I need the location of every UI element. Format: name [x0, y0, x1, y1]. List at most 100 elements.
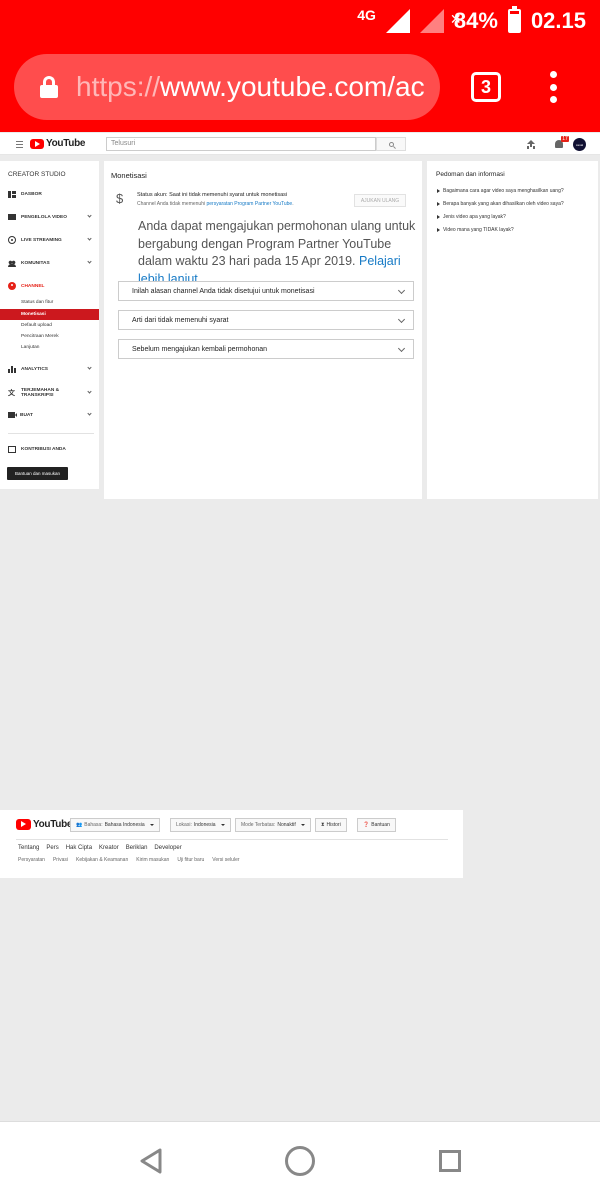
footer-link-privacy[interactable]: Privasi	[53, 857, 68, 863]
lock-icon	[40, 76, 58, 98]
overflow-menu-icon[interactable]	[546, 71, 560, 103]
help-feedback-button[interactable]: Bantuan dan masukan	[7, 467, 68, 480]
recents-icon[interactable]	[439, 1150, 461, 1172]
partner-requirements-link[interactable]: persyaratan Program Partner YouTube	[207, 201, 293, 207]
browser-chrome: 4G ✕ 84% 02.15 https://www.youtube.com/a…	[0, 0, 600, 132]
no-signal-icon: ✕	[419, 9, 462, 33]
caret-down-icon	[220, 824, 225, 826]
chevron-down-icon	[87, 365, 92, 370]
history-button[interactable]: ⧗ Histori	[315, 818, 347, 832]
accordion-before-reapply[interactable]: Sebelum mengajukan kembali permohonan	[118, 339, 414, 359]
sidebar-item-video-manager[interactable]: PENGELOLA VIDEO	[0, 210, 99, 224]
youtube-logo[interactable]: YouTube	[30, 138, 86, 149]
contributions-icon	[8, 445, 16, 453]
footer-link-press[interactable]: Pers	[46, 845, 58, 851]
guideline-link[interactable]: Jenis video apa yang layak?	[437, 214, 597, 220]
reapply-message: Anda dapat mengajukan permohonan ulang u…	[138, 219, 416, 286]
account-status: Status akun: Saat ini tidak memenuhi sya…	[137, 192, 288, 198]
clock: 02.15	[530, 8, 586, 33]
upload-icon[interactable]	[527, 140, 535, 149]
sidebar-item-analytics[interactable]: ANALYTICS	[0, 362, 99, 376]
guidelines-title: Pedoman dan informasi	[436, 171, 505, 178]
community-icon	[8, 259, 16, 267]
dollar-icon: $	[116, 191, 124, 206]
sidebar-subitem-monetization[interactable]: Monetisasi	[0, 309, 99, 320]
location-picker[interactable]: Lokasi: Indonesia	[170, 818, 231, 832]
help-icon: ❓	[363, 822, 370, 828]
footer-link-test-features[interactable]: Uji fitur baru	[177, 857, 204, 863]
home-icon[interactable]	[285, 1146, 315, 1176]
sidebar-item-community[interactable]: KOMUNITAS	[0, 256, 99, 270]
triangle-right-icon	[437, 228, 440, 232]
caret-down-icon	[149, 824, 154, 826]
accordion-rejection-reasons[interactable]: Inilah alasan channel Anda tidak disetuj…	[118, 281, 414, 301]
guideline-link[interactable]: Bagaimana cara agar video saya menghasil…	[437, 188, 597, 194]
guideline-link[interactable]: Berapa banyak yang akan dihasilkan oleh …	[437, 201, 597, 207]
footer-links-secondary: Persyaratan Privasi Kebijakan & Keamanan…	[18, 857, 240, 863]
analytics-icon	[8, 365, 16, 373]
search-input[interactable]: Telusuri	[106, 137, 376, 151]
restricted-mode-picker[interactable]: Mode Terbatas: Nonaktif	[235, 818, 311, 832]
back-icon[interactable]	[139, 1148, 163, 1174]
video-manager-icon	[8, 214, 16, 220]
footer-link-policy[interactable]: Kebijakan & Keamanan	[76, 857, 128, 863]
footer-link-advertise[interactable]: Beriklan	[126, 845, 148, 851]
footer-link-terms[interactable]: Persyaratan	[18, 857, 45, 863]
chevron-down-icon	[87, 259, 92, 264]
triangle-right-icon	[437, 202, 440, 206]
guideline-link[interactable]: Video mana yang TIDAK layak?	[437, 227, 597, 233]
menu-icon[interactable]	[16, 141, 23, 150]
chevron-down-icon	[87, 213, 92, 218]
reapply-button[interactable]: AJUKAN ULANG	[354, 194, 406, 207]
accordion-ineligible-meaning[interactable]: Arti dari tidak memenuhi syarat	[118, 310, 414, 330]
footer-link-about[interactable]: Tentang	[18, 845, 39, 851]
sidebar-item-create[interactable]: BUAT	[0, 408, 99, 422]
channel-icon	[8, 282, 16, 290]
footer-link-creators[interactable]: Kreator	[99, 845, 119, 851]
android-navigation-bar	[0, 1121, 600, 1200]
chevron-down-icon	[87, 236, 92, 241]
sidebar-item-contributions[interactable]: KONTRIBUSI ANDA	[0, 442, 99, 456]
tab-switcher-button[interactable]: 3	[471, 72, 501, 102]
sidebar-title: CREATOR STUDIO	[8, 171, 66, 178]
page-title: Monetisasi	[111, 171, 147, 180]
footer-link-copyright[interactable]: Hak Cipta	[66, 845, 92, 851]
monetization-panel: Monetisasi $ Status akun: Saat ini tidak…	[104, 161, 422, 499]
chevron-down-icon	[397, 315, 406, 324]
url-text[interactable]: https://www.youtube.com/ac	[76, 71, 425, 103]
youtube-play-icon	[30, 138, 44, 149]
footer-link-mobile[interactable]: Versi seluler	[212, 857, 239, 863]
chevron-down-icon	[87, 389, 92, 394]
caret-down-icon	[300, 824, 305, 826]
avatar[interactable]: canal	[573, 138, 586, 151]
signal-icon	[385, 9, 410, 33]
sidebar-item-channel[interactable]: CHANNEL	[0, 279, 99, 293]
chevron-down-icon	[397, 286, 406, 295]
account-status-detail: Channel Anda tidak memenuhi persyaratan …	[137, 201, 294, 207]
create-icon	[8, 412, 17, 418]
url-bar[interactable]: https://www.youtube.com/ac	[14, 54, 440, 120]
triangle-right-icon	[437, 215, 440, 219]
sidebar-subitem-upload-defaults[interactable]: Default upload	[0, 320, 99, 331]
sidebar-divider	[8, 433, 94, 434]
sidebar-subitem-status[interactable]: Status dan fitur	[0, 297, 99, 308]
sidebar-item-live-streaming[interactable]: LIVE STREAMING	[0, 233, 99, 247]
footer-youtube-logo[interactable]: YouTube	[16, 819, 73, 830]
sidebar-item-translations[interactable]: 文 TERJEMAHAN & TRANSKRIPSI	[0, 384, 99, 402]
footer-link-developers[interactable]: Developer	[154, 845, 181, 851]
footer-links: Tentang Pers Hak Cipta Kreator Beriklan …	[18, 845, 182, 851]
status-bar: 4G ✕ 84% 02.15	[357, 6, 586, 36]
youtube-footer: YouTube 👥 Bahasa: Bahasa Indonesia Lokas…	[0, 810, 463, 878]
sidebar-subitem-advanced[interactable]: Lanjutan	[0, 342, 99, 353]
footer-link-feedback[interactable]: Kirim masukan	[136, 857, 169, 863]
dashboard-icon	[8, 190, 16, 198]
guidelines-panel: Pedoman dan informasi Bagaimana cara aga…	[427, 161, 598, 499]
help-button[interactable]: ❓ Bantuan	[357, 818, 396, 832]
youtube-header: YouTube Telusuri 17 canal	[0, 133, 600, 155]
notification-badge: 17	[561, 136, 569, 142]
chevron-down-icon	[87, 411, 92, 416]
sidebar-item-dashboard[interactable]: DASBOR	[0, 187, 99, 201]
sidebar-subitem-branding[interactable]: Pencitraan Merek	[0, 331, 99, 342]
language-picker[interactable]: 👥 Bahasa: Bahasa Indonesia	[70, 818, 160, 832]
search-button[interactable]	[376, 137, 406, 151]
